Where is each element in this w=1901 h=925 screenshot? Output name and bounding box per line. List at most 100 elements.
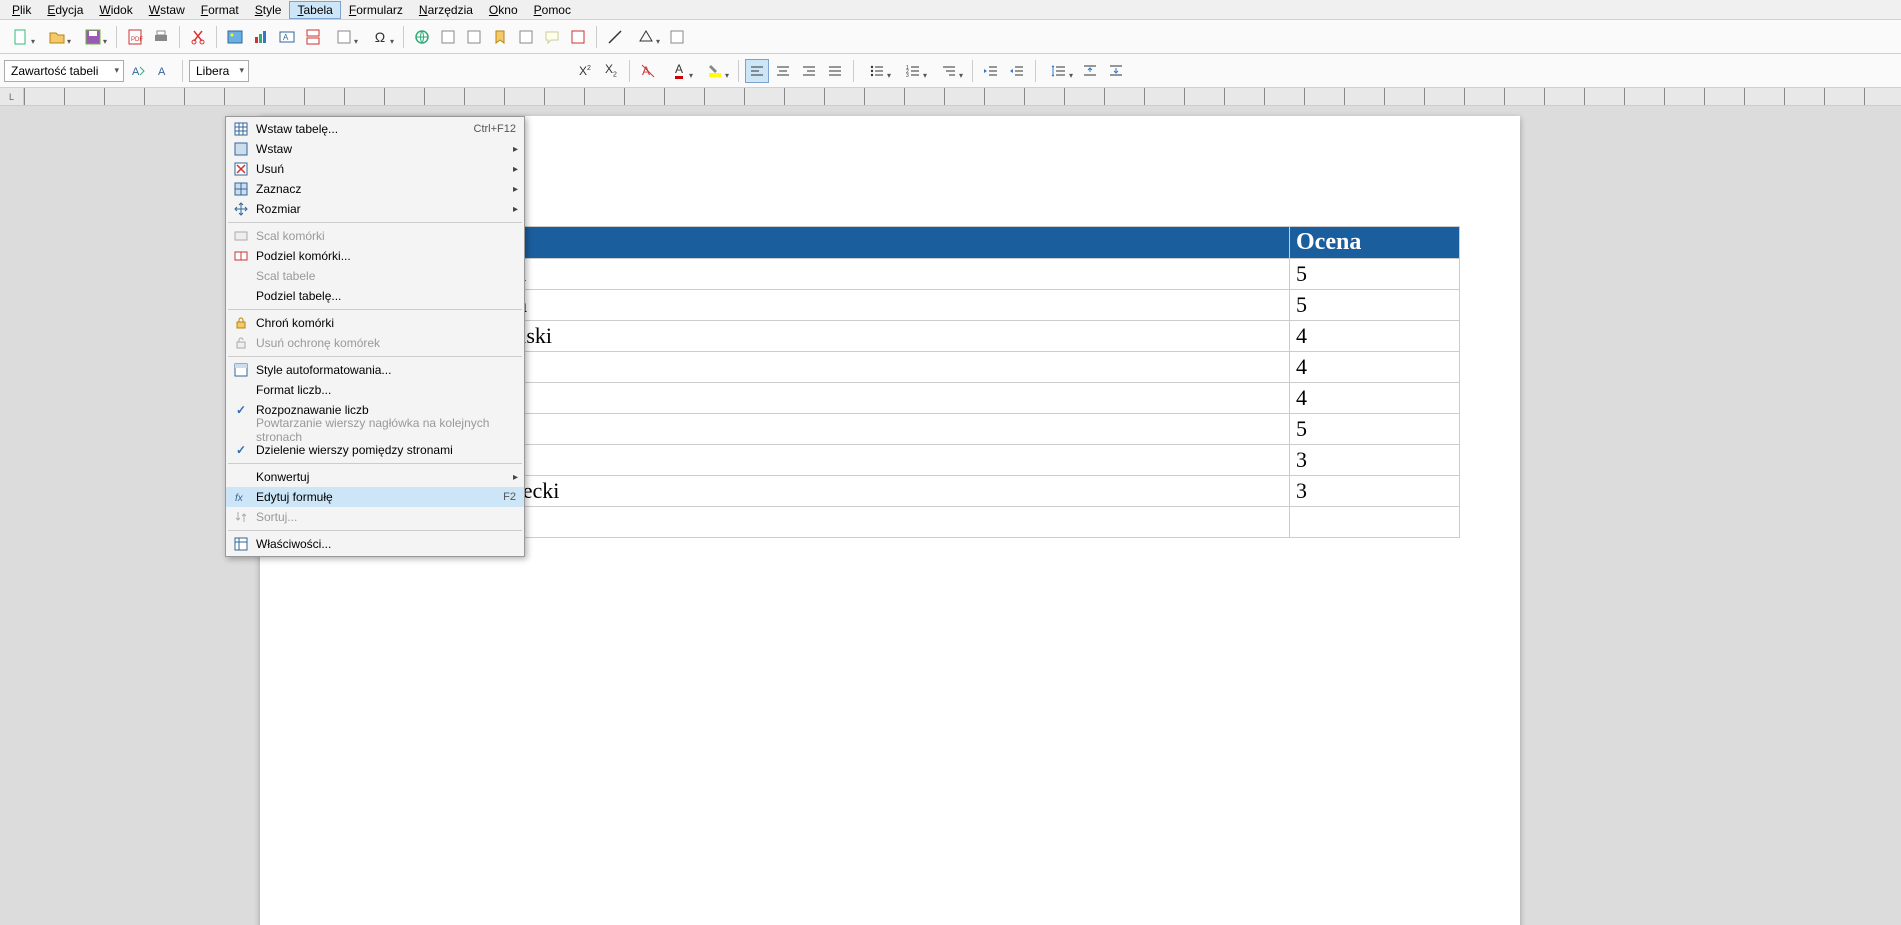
open-button[interactable] [40,25,74,49]
table-cell[interactable]: 4 [1290,383,1460,414]
number-list-button[interactable]: 123 [896,59,930,83]
menu-shortcut: F2 [493,491,516,503]
table-cell[interactable]: Średnia [411,507,1290,538]
menu-item[interactable]: Style autoformatowania... [226,360,524,380]
align-center-button[interactable] [771,59,795,83]
table-cell[interactable]: Chemia [411,383,1290,414]
menu-item-label: Style autoformatowania... [252,363,516,377]
table-cell[interactable]: Fizyka [411,414,1290,445]
new-style-button[interactable]: A [152,59,176,83]
menu-okno[interactable]: Okno [481,1,526,19]
ruler-horizontal[interactable] [24,88,1901,105]
menu-edycja[interactable]: Edycja [39,1,91,19]
menu-item[interactable]: Wstaw tabelę...Ctrl+F12 [226,119,524,139]
special-char-button[interactable]: Ω [363,25,397,49]
hyperlink-button[interactable] [410,25,434,49]
menu-widok[interactable]: Widok [91,1,140,19]
line-button[interactable] [603,25,627,49]
menu-narzędzia[interactable]: Narzędzia [411,1,481,19]
separator [179,26,180,48]
menu-item[interactable]: Konwertuj [226,467,524,487]
textbox-button[interactable]: A [275,25,299,49]
fx-icon: fx [230,489,252,505]
save-button[interactable] [76,25,110,49]
menu-item[interactable]: Rozmiar [226,199,524,219]
menu-plik[interactable]: Plik [4,1,39,19]
menu-item[interactable]: Wstaw [226,139,524,159]
comment-button[interactable] [540,25,564,49]
menu-item[interactable]: Podziel komórki... [226,246,524,266]
table-cell[interactable]: 3 [1290,445,1460,476]
align-left-button[interactable] [745,59,769,83]
cross-ref-button[interactable] [514,25,538,49]
endnote-button[interactable] [462,25,486,49]
font-color-button[interactable]: A [662,59,696,83]
bullet-list-button[interactable] [860,59,894,83]
update-style-button[interactable]: A [126,59,150,83]
menu-separator [228,530,522,531]
bookmark-button[interactable] [488,25,512,49]
paragraph-style-combo[interactable]: Zawartość tabeli [4,60,124,82]
cut-button[interactable] [186,25,210,49]
superscript-button[interactable]: X2 [573,59,597,83]
table-cell[interactable]: 5 [1290,290,1460,321]
table-cell[interactable]: Matematyka [411,290,1290,321]
menu-format[interactable]: Format [193,1,247,19]
subscript-button[interactable]: X2 [599,59,623,83]
menu-item[interactable]: Format liczb... [226,380,524,400]
menu-item[interactable]: Zaznacz [226,179,524,199]
menu-separator [228,309,522,310]
justify-button[interactable] [823,59,847,83]
menu-style[interactable]: Style [247,1,290,19]
menu-wstaw[interactable]: Wstaw [141,1,193,19]
separator [629,60,630,82]
separator [972,60,973,82]
menu-tabela[interactable]: Tabela [289,1,340,19]
menu-item[interactable]: Chroń komórki [226,313,524,333]
line-spacing-button[interactable] [1042,59,1076,83]
table-cell[interactable]: 5 [1290,259,1460,290]
table-cell[interactable]: Język niemiecki [411,476,1290,507]
table-cell[interactable]: Biologia [411,445,1290,476]
footnote-button[interactable] [436,25,460,49]
clear-formatting-button[interactable]: A [636,59,660,83]
table-cell[interactable]: 4 [1290,321,1460,352]
menu-item[interactable]: ✓Dzielenie wierszy pomiędzy stronami [226,440,524,460]
menu-item[interactable]: Usuń [226,159,524,179]
draw-functions-button[interactable] [665,25,689,49]
sort-icon [230,509,252,525]
table-cell[interactable]: Język polski [411,259,1290,290]
page-break-button[interactable] [301,25,325,49]
field-button[interactable] [327,25,361,49]
menu-item[interactable]: Podziel tabelę... [226,286,524,306]
table-cell[interactable]: 5 [1290,414,1460,445]
image-button[interactable] [223,25,247,49]
menu-item-label: Format liczb... [252,383,516,397]
table-insert-icon [230,121,252,137]
svg-text:A: A [158,66,166,78]
menu-item-label: Usuń ochronę komórek [252,336,516,350]
menu-pomoc[interactable]: Pomoc [526,1,579,19]
table-cell[interactable]: 4 [1290,352,1460,383]
menu-item[interactable]: fxEdytuj formułęF2 [226,487,524,507]
table-cell[interactable] [1290,507,1460,538]
menu-formularz[interactable]: Formularz [341,1,411,19]
new-button[interactable] [4,25,38,49]
outline-list-button[interactable] [932,59,966,83]
increase-indent-button[interactable] [979,59,1003,83]
export-pdf-button[interactable]: PDF [123,25,147,49]
font-name-combo[interactable]: Libera [189,60,249,82]
decrease-para-spacing-button[interactable] [1104,59,1128,83]
print-button[interactable] [149,25,173,49]
highlight-button[interactable] [698,59,732,83]
table-cell[interactable]: Język angielski [411,321,1290,352]
table-cell[interactable]: WF [411,352,1290,383]
basic-shapes-button[interactable] [629,25,663,49]
table-cell[interactable]: 3 [1290,476,1460,507]
track-changes-button[interactable] [566,25,590,49]
menu-item[interactable]: Właściwości... [226,534,524,554]
chart-button[interactable] [249,25,273,49]
increase-para-spacing-button[interactable] [1078,59,1102,83]
align-right-button[interactable] [797,59,821,83]
decrease-indent-button[interactable] [1005,59,1029,83]
